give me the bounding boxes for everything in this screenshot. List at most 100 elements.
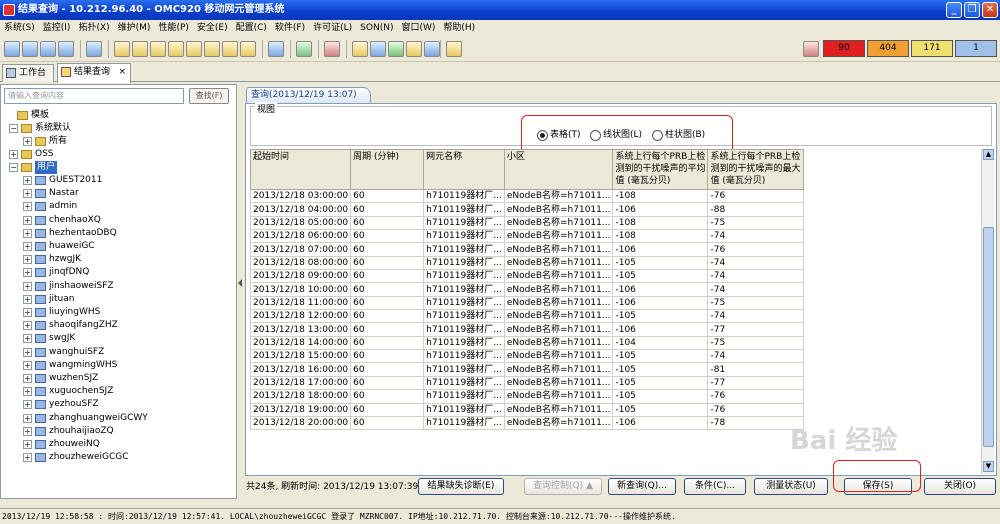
- table-row[interactable]: 2013/12/18 14:00:00 60 h710119器材厂... eNodeB…: [250, 335, 805, 351]
- alarm-major-count[interactable]: 404: [867, 40, 909, 57]
- software-icon[interactable]: [388, 41, 404, 57]
- table-row[interactable]: 2013/12/18 20:00:00 60 h710119器材厂... eNodeB…: [250, 415, 805, 431]
- tree-node-user-item[interactable]: yezhouSFZ: [49, 398, 99, 411]
- tree-expander-icon[interactable]: −: [9, 124, 18, 133]
- tree-node-user[interactable]: 用户: [35, 161, 58, 174]
- table-row[interactable]: 2013/12/18 09:00:00 60 h710119器材厂... eNodeB…: [250, 269, 805, 284]
- tree-expander-icon[interactable]: +: [23, 334, 32, 344]
- new-query-button[interactable]: 新查询(Q)...: [608, 478, 676, 495]
- table-row[interactable]: 2013/12/18 03:00:00 60 h710119器材厂... eNodeB…: [250, 188, 805, 204]
- menu-config[interactable]: 配置(C): [232, 20, 271, 36]
- tree-node-system-default[interactable]: 系统默认: [35, 122, 71, 135]
- table-row[interactable]: 2013/12/18 06:00:00 60 h710119器材厂... eNodeB…: [250, 229, 805, 244]
- view-table-radio[interactable]: 表格(T): [537, 129, 581, 141]
- scroll-down-icon[interactable]: ▼: [983, 461, 994, 472]
- tree-node-user-item[interactable]: swgJK: [49, 332, 75, 345]
- alarm-search-icon[interactable]: [150, 41, 166, 57]
- tree-node-user-item[interactable]: hezhentaoDBQ: [49, 227, 117, 240]
- tree-node-user-item[interactable]: jinshaoweiSFZ: [49, 280, 114, 293]
- tree-node-user-item[interactable]: zhouhaijiaoZQ: [49, 425, 114, 438]
- tree-node-user-item[interactable]: GUEST2011: [49, 174, 102, 187]
- table-row[interactable]: 2013/12/18 04:00:00 60 h710119器材厂... eNodeB…: [250, 202, 805, 217]
- tree-expander-icon[interactable]: +: [23, 255, 32, 265]
- tree-node-user-item[interactable]: jituan: [49, 293, 74, 306]
- tree-node-oss[interactable]: OSS: [35, 148, 54, 161]
- table-row[interactable]: 2013/12/18 08:00:00 60 h710119器材厂... eNodeB…: [250, 255, 805, 271]
- menu-monitor[interactable]: 监控(I): [39, 20, 75, 36]
- table-row[interactable]: 2013/12/18 18:00:00 60 h710119器材厂... eNodeB…: [250, 389, 805, 404]
- device-icon[interactable]: [370, 41, 386, 57]
- tab-query-result[interactable]: 结果查询 ×: [57, 63, 131, 83]
- alarm-minor-count[interactable]: 171: [911, 40, 953, 57]
- table-row[interactable]: 2013/12/18 16:00:00 60 h710119器材厂... eNodeB…: [250, 362, 805, 377]
- column-header[interactable]: 周期 (分钟): [350, 149, 425, 190]
- monitor-icon[interactable]: [58, 41, 74, 57]
- tree-node-user-item[interactable]: zhouweiNQ: [49, 438, 100, 451]
- tree-node-user-item[interactable]: wangmingWHS: [49, 359, 117, 372]
- tree-node-user-item[interactable]: xuguochenSJZ: [49, 385, 113, 398]
- menu-performance[interactable]: 性能(P): [154, 20, 192, 36]
- menu-topology[interactable]: 拓扑(X): [74, 20, 113, 36]
- tree-expander-icon[interactable]: +: [23, 360, 32, 370]
- column-header[interactable]: 系统上行每个PRB上检测到的干扰噪声的平均值 (毫瓦分贝): [612, 149, 709, 190]
- column-header[interactable]: 系统上行每个PRB上检测到的干扰噪声的最大值 (毫瓦分贝): [707, 149, 805, 190]
- tree-expander-icon[interactable]: +: [23, 347, 32, 357]
- table-row[interactable]: 2013/12/18 19:00:00 60 h710119器材厂... eNodeB…: [250, 402, 805, 417]
- alarm-history-icon[interactable]: [222, 41, 238, 57]
- mml-icon[interactable]: [296, 41, 312, 57]
- menu-security[interactable]: 安全(E): [193, 20, 232, 36]
- table-row[interactable]: 2013/12/18 17:00:00 60 h710119器材厂... eNodeB…: [250, 375, 805, 391]
- menu-license[interactable]: 许可证(L): [309, 20, 356, 36]
- chart-icon[interactable]: [424, 41, 440, 57]
- scrollbar-thumb[interactable]: [983, 227, 994, 447]
- speaker-icon[interactable]: [240, 41, 256, 57]
- view-line-radio[interactable]: 线状图(L): [590, 129, 642, 141]
- menu-software[interactable]: 软件(F): [271, 20, 309, 36]
- search-button[interactable]: 查找(F): [189, 88, 229, 104]
- table-row[interactable]: 2013/12/18 10:00:00 60 h710119器材厂... eNodeB…: [250, 282, 805, 297]
- alarm-tool-icon[interactable]: [168, 41, 184, 57]
- close-icon[interactable]: ✕: [982, 2, 998, 18]
- tree-expander-icon[interactable]: +: [23, 308, 32, 317]
- tree-expander-icon[interactable]: +: [9, 150, 18, 159]
- minimize-icon[interactable]: _: [946, 2, 962, 18]
- table-row[interactable]: 2013/12/18 12:00:00 60 h710119器材厂... eNodeB…: [250, 309, 805, 324]
- condition-button[interactable]: 条件(C)...: [684, 478, 746, 495]
- tree-node-user-item[interactable]: Nastar: [49, 187, 79, 200]
- table-scrollbar[interactable]: ▲ ▼: [981, 149, 994, 474]
- measure-status-button[interactable]: 测量状态(U): [754, 478, 828, 495]
- table-row[interactable]: 2013/12/18 13:00:00 60 h710119器材厂... eNodeB…: [250, 322, 805, 337]
- query-control-button[interactable]: 查询控制(Q) ▲: [524, 478, 602, 495]
- tree-expander-icon[interactable]: +: [23, 387, 32, 397]
- close-button[interactable]: 关闭(O): [924, 478, 996, 495]
- tree-expander-icon[interactable]: −: [9, 163, 18, 172]
- help-icon[interactable]: [446, 41, 462, 57]
- menu-window[interactable]: 窗口(W): [397, 20, 439, 36]
- tree-node-user-item[interactable]: shaoqifangZHZ: [49, 319, 118, 332]
- column-header[interactable]: 网元名称: [423, 149, 505, 190]
- performance-icon[interactable]: [268, 41, 284, 57]
- tree-expander-icon[interactable]: +: [23, 268, 32, 278]
- tree-expander-icon[interactable]: +: [23, 242, 32, 251]
- tree-expander-icon[interactable]: +: [23, 374, 32, 383]
- table-row[interactable]: 2013/12/18 07:00:00 60 h710119器材厂... eNodeB…: [250, 242, 805, 257]
- tree-expander-icon[interactable]: +: [23, 294, 32, 304]
- tree-expander-icon[interactable]: +: [23, 321, 32, 331]
- table-row[interactable]: 2013/12/18 11:00:00 60 h710119器材厂... eNodeB…: [250, 295, 805, 311]
- tree-expander-icon[interactable]: +: [23, 413, 32, 423]
- restore-icon[interactable]: ❐: [964, 2, 980, 18]
- tree-expander-icon[interactable]: +: [23, 453, 32, 463]
- tree-expander-icon[interactable]: +: [23, 176, 32, 185]
- tree-node-user-item[interactable]: admin: [49, 200, 77, 213]
- tree-node-user-item[interactable]: huaweiGC: [49, 240, 95, 253]
- alarm-warning-count[interactable]: 1: [955, 40, 997, 57]
- tool-icon[interactable]: [324, 41, 340, 57]
- tree-node-user-item[interactable]: liuyingWHS: [49, 306, 100, 319]
- tree-expander-icon[interactable]: +: [23, 400, 32, 410]
- menu-help[interactable]: 帮助(H): [439, 20, 479, 36]
- tree-expander-icon[interactable]: +: [23, 202, 32, 212]
- table-row[interactable]: 2013/12/18 15:00:00 60 h710119器材厂... eNodeB…: [250, 349, 805, 364]
- tree-node-root[interactable]: 模板: [31, 109, 49, 122]
- tree-expander-icon[interactable]: +: [23, 426, 32, 436]
- license-icon[interactable]: [406, 41, 422, 57]
